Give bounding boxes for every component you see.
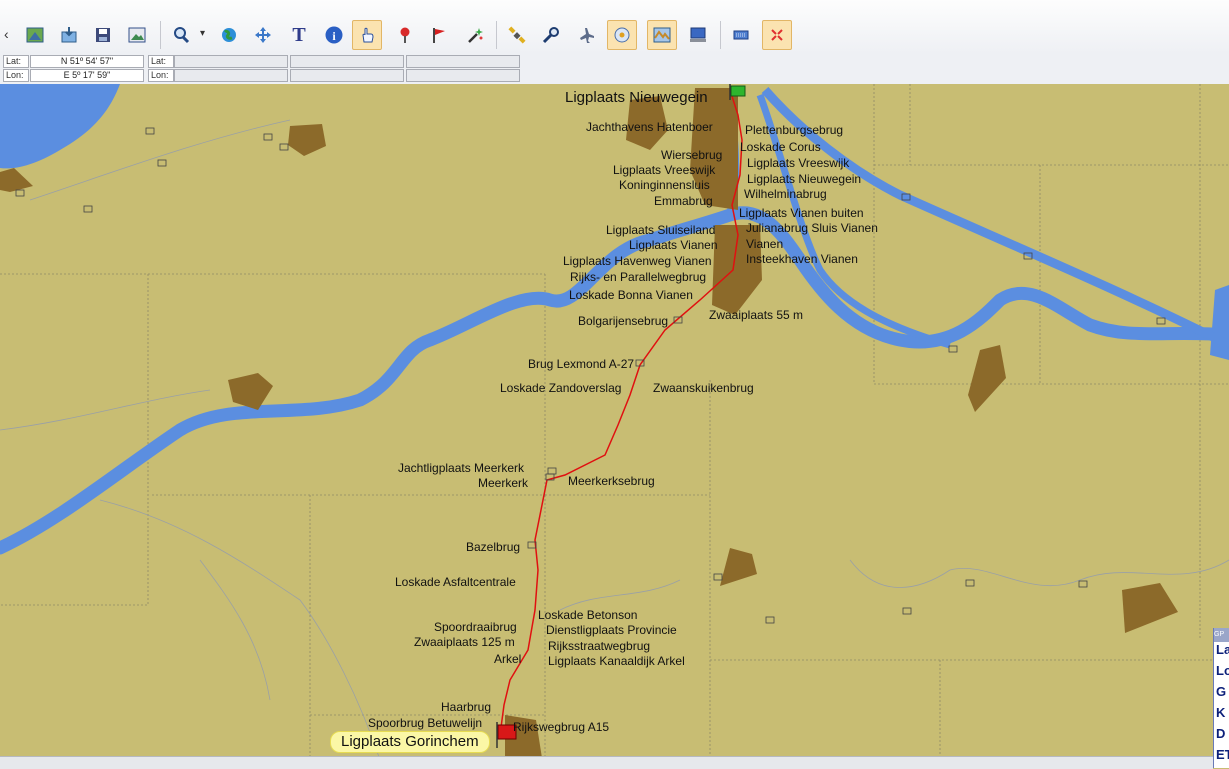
label-loskade-zandoverslag[interactable]: Loskade Zandoverslag <box>500 381 621 395</box>
label-ligplaats-nieuwegein[interactable]: Ligplaats Nieuwegein <box>565 89 708 106</box>
label-jachtligplaats-meerkerk[interactable]: Jachtligplaats Meerkerk <box>398 461 524 475</box>
label-vianen[interactable]: Vianen <box>746 237 783 251</box>
map-layer-icon[interactable] <box>20 20 50 50</box>
gps-panel[interactable]: GP La Lo G K D ET <box>1213 628 1229 768</box>
label-jachthavens-hatenboer[interactable]: Jachthavens Hatenboer <box>586 120 713 134</box>
label-ligplaats-vianen[interactable]: Ligplaats Vianen <box>629 238 718 252</box>
label-wiersebrug[interactable]: Wiersebrug <box>661 148 722 162</box>
info-icon[interactable]: i <box>319 20 349 50</box>
label-wilhelminabrug[interactable]: Wilhelminabrug <box>744 187 827 201</box>
gps-row-longitude: Lo <box>1216 663 1229 678</box>
longitude2-label: Lon: <box>148 69 174 82</box>
label-zwaaiplaats-55m[interactable]: Zwaaiplaats 55 m <box>709 308 803 322</box>
search-icon[interactable] <box>166 20 196 50</box>
label-loskade-corus[interactable]: Loskade Corus <box>740 140 821 154</box>
longitude-value: E 5º 17' 59" <box>30 69 144 82</box>
label-ligplaats-vianen-buiten[interactable]: Ligplaats Vianen buiten <box>739 206 864 220</box>
zoom-tool-icon[interactable] <box>536 20 566 50</box>
label-brug-lexmond-a27[interactable]: Brug Lexmond A-27 <box>528 357 634 371</box>
gps-row-d: D <box>1216 726 1226 741</box>
globe-icon[interactable] <box>214 20 244 50</box>
image-icon[interactable] <box>122 20 152 50</box>
destination-label-gorinchem[interactable]: Ligplaats Gorinchem <box>330 731 490 753</box>
monitor-icon[interactable] <box>683 20 713 50</box>
label-ligplaats-vreeswijk-left[interactable]: Ligplaats Vreeswijk <box>613 163 715 177</box>
import-icon[interactable] <box>54 20 84 50</box>
close-split-icon[interactable] <box>762 20 792 50</box>
toolbar-scroll-left-button[interactable]: ‹ <box>4 26 9 42</box>
label-ligplaats-havenweg-vianen[interactable]: Ligplaats Havenweg Vianen <box>563 254 712 268</box>
airplane-icon[interactable] <box>572 20 602 50</box>
label-ligplaats-sluiseiland[interactable]: Ligplaats Sluiseiland <box>606 223 715 237</box>
keyboard-icon[interactable] <box>726 20 756 50</box>
pushpin-icon[interactable] <box>390 20 420 50</box>
label-insteekhaven-vianen[interactable]: Insteekhaven Vianen <box>746 252 858 266</box>
satellite-icon[interactable] <box>502 20 532 50</box>
extra-field-3 <box>290 69 404 82</box>
label-spoordraaibrug[interactable]: Spoordraaibrug <box>434 620 517 634</box>
status-bar <box>0 756 1213 769</box>
label-rijks-en-parallelwegbrug[interactable]: Rijks- en Parallelwegbrug <box>570 270 706 284</box>
label-emmabrug[interactable]: Emmabrug <box>654 194 713 208</box>
gps-row-et: ET <box>1216 747 1229 762</box>
label-loskade-asfaltcentrale[interactable]: Loskade Asfaltcentrale <box>395 575 516 589</box>
gps-row-k: K <box>1216 705 1226 720</box>
label-spoorbrug-betuwelijn[interactable]: Spoorbrug Betuwelijn <box>368 716 482 730</box>
magic-wand-icon[interactable] <box>460 20 490 50</box>
label-ligplaats-kanaaldijk-arkel[interactable]: Ligplaats Kanaaldijk Arkel <box>548 654 685 668</box>
save-icon[interactable] <box>88 20 118 50</box>
gps-panel-header: GP <box>1214 628 1229 642</box>
extra-field-1 <box>290 55 404 68</box>
label-arkel[interactable]: Arkel <box>494 652 521 666</box>
latitude-label: Lat: <box>3 55 29 68</box>
label-bazelbrug[interactable]: Bazelbrug <box>466 540 520 554</box>
latitude2-label: Lat: <box>148 55 174 68</box>
longitude2-field <box>174 69 288 82</box>
label-ligplaats-vreeswijk-right[interactable]: Ligplaats Vreeswijk <box>747 156 849 170</box>
search-dropdown-chevron-down-icon[interactable]: ▾ <box>200 28 205 39</box>
label-meerkerksebrug[interactable]: Meerkerksebrug <box>568 474 655 488</box>
text-tool-icon[interactable]: T <box>284 20 314 50</box>
longitude-label: Lon: <box>3 69 29 82</box>
coordinate-bar: Lat: N 51º 54' 57" Lat: Lon: E 5º 17' 59… <box>0 54 1229 136</box>
latitude-value: N 51º 54' 57" <box>30 55 144 68</box>
label-loskade-bonna-vianen[interactable]: Loskade Bonna Vianen <box>569 288 693 302</box>
toolbar: ‹ ▾ T i <box>0 0 1229 55</box>
label-dienstligplaats-provincie[interactable]: Dienstligplaats Provincie <box>546 623 677 637</box>
map-canvas[interactable]: Ligplaats Nieuwegein Jachthavens Hatenbo… <box>0 84 1229 768</box>
gps-row-g: G <box>1216 684 1227 699</box>
label-ligplaats-nieuwegein-right[interactable]: Ligplaats Nieuwegein <box>747 172 861 186</box>
label-julianabrug-sluis-vianen[interactable]: Julianabrug Sluis Vianen <box>746 221 878 235</box>
label-loskade-betonson[interactable]: Loskade Betonson <box>538 608 637 622</box>
latitude2-field <box>174 55 288 68</box>
map-view-icon[interactable] <box>647 20 677 50</box>
label-zwaaiplaats-125m[interactable]: Zwaaiplaats 125 m <box>414 635 515 649</box>
label-zwaanskuikenbrug[interactable]: Zwaanskuikenbrug <box>653 381 754 395</box>
label-rijksstraatwegbrug[interactable]: Rijksstraatwegbrug <box>548 639 650 653</box>
gps-row-latitude: La <box>1216 642 1229 657</box>
pan-icon[interactable] <box>248 20 278 50</box>
compass-icon[interactable] <box>607 20 637 50</box>
extra-field-2 <box>406 55 520 68</box>
label-bolgarijensebrug[interactable]: Bolgarijensebrug <box>578 314 668 328</box>
label-haarbrug[interactable]: Haarbrug <box>441 700 491 714</box>
flag-icon[interactable] <box>424 20 454 50</box>
hand-pointer-icon[interactable] <box>352 20 382 50</box>
label-plettenburgsebrug[interactable]: Plettenburgsebrug <box>745 123 843 137</box>
label-meerkerk[interactable]: Meerkerk <box>478 476 528 490</box>
label-koninginnensluis[interactable]: Koninginnensluis <box>619 178 710 192</box>
extra-field-4 <box>406 69 520 82</box>
label-rijkswegbrug-a15[interactable]: Rijkswegbrug A15 <box>513 720 609 734</box>
